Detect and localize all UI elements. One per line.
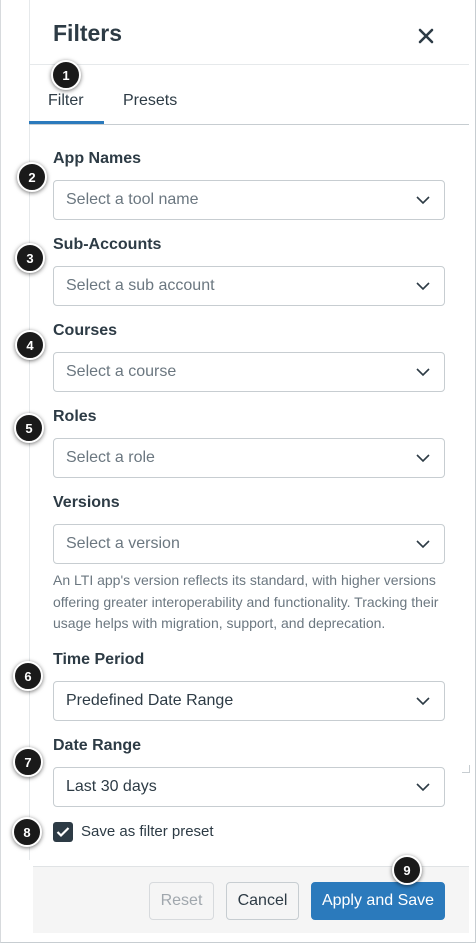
cancel-button[interactable]: Cancel <box>226 882 299 920</box>
tab-presets[interactable]: Presets <box>123 92 177 110</box>
chevron-down-icon <box>416 697 430 706</box>
callout-badge: 6 <box>13 661 43 691</box>
chevron-down-icon <box>416 368 430 377</box>
date-range-select[interactable]: Last 30 days <box>53 767 445 807</box>
roles-select[interactable]: Select a role <box>53 438 445 478</box>
callout-badge: 2 <box>17 162 47 192</box>
chevron-down-icon <box>416 540 430 549</box>
app-names-select[interactable]: Select a tool name <box>53 180 445 220</box>
callout-badge: 5 <box>14 413 44 443</box>
save-preset-label: Save as filter preset <box>81 823 214 840</box>
tabs-divider <box>29 124 469 125</box>
courses-select[interactable]: Select a course <box>53 352 445 392</box>
chevron-down-icon <box>416 454 430 463</box>
app-names-label: App Names <box>53 150 142 167</box>
chevron-down-icon <box>416 282 430 291</box>
date-range-value: Last 30 days <box>66 778 157 795</box>
versions-placeholder: Select a version <box>66 535 180 552</box>
close-icon <box>418 28 434 44</box>
checkmark-icon <box>56 827 70 838</box>
save-preset-checkbox[interactable] <box>53 822 73 842</box>
callout-badge: 9 <box>392 855 422 885</box>
time-period-select[interactable]: Predefined Date Range <box>53 681 445 721</box>
chevron-down-icon <box>416 783 430 792</box>
versions-label: Versions <box>53 494 120 511</box>
callout-badge: 3 <box>15 243 45 273</box>
callout-badge: 1 <box>51 60 81 90</box>
callout-badge: 7 <box>13 747 43 777</box>
time-period-label: Time Period <box>53 651 145 668</box>
roles-label: Roles <box>53 408 97 425</box>
close-button[interactable] <box>412 22 440 50</box>
header-divider <box>29 64 469 65</box>
roles-placeholder: Select a role <box>66 449 155 466</box>
versions-help-text: An LTI app's version reflects its standa… <box>53 572 439 631</box>
versions-select[interactable]: Select a version <box>53 524 445 564</box>
sub-accounts-label: Sub-Accounts <box>53 236 162 253</box>
callout-badge: 4 <box>15 330 45 360</box>
sub-accounts-select[interactable]: Select a sub account <box>53 266 445 306</box>
date-range-label: Date Range <box>53 737 142 754</box>
callout-badge: 8 <box>12 817 42 847</box>
resize-handle[interactable] <box>462 765 470 773</box>
tab-filter[interactable]: Filter <box>48 92 84 110</box>
reset-button[interactable]: Reset <box>149 882 214 920</box>
chevron-down-icon <box>416 196 430 205</box>
app-names-placeholder: Select a tool name <box>66 191 199 208</box>
tray-title: Filters <box>53 20 123 46</box>
courses-label: Courses <box>53 322 118 339</box>
courses-placeholder: Select a course <box>66 363 177 380</box>
apply-and-save-button[interactable]: Apply and Save <box>311 882 445 920</box>
time-period-value: Predefined Date Range <box>66 692 234 709</box>
sub-accounts-placeholder: Select a sub account <box>66 277 215 294</box>
